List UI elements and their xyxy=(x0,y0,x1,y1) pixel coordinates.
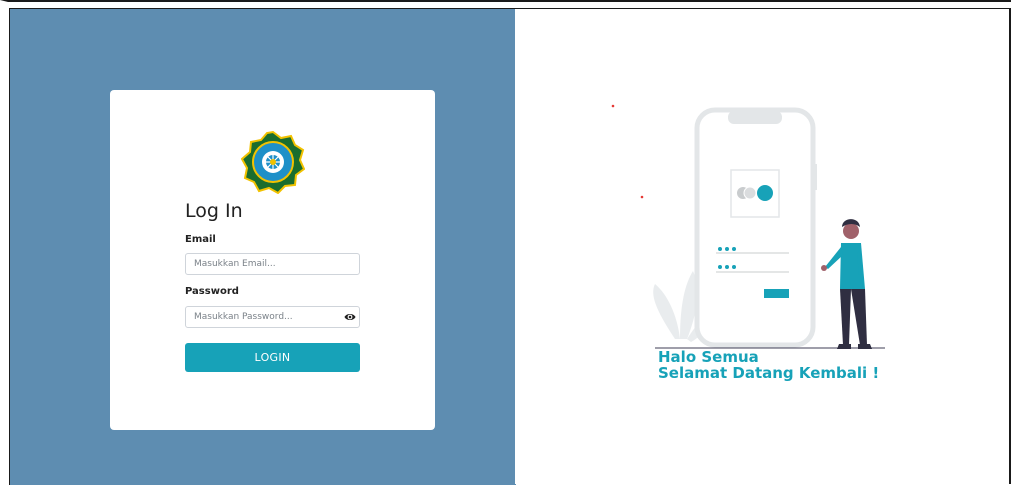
eye-icon[interactable] xyxy=(344,312,356,322)
email-label: Email xyxy=(185,234,216,245)
login-panel-background: Log In Email Password LOGIN xyxy=(9,8,516,485)
greeting-line-1: Halo Semua xyxy=(658,348,759,366)
phone-illustration xyxy=(694,107,817,348)
login-card: Log In Email Password LOGIN xyxy=(110,90,435,430)
person-illustration xyxy=(821,219,872,349)
decor-dot xyxy=(640,195,644,199)
institution-logo xyxy=(241,130,305,194)
login-button[interactable]: LOGIN xyxy=(185,343,360,372)
welcome-panel: Halo Semua Selamat Datang Kembali ! xyxy=(515,8,1011,484)
login-title: Log In xyxy=(185,200,243,222)
decor-dot xyxy=(611,104,615,108)
greeting-line-2: Selamat Datang Kembali ! xyxy=(658,364,880,382)
password-label: Password xyxy=(185,286,239,297)
password-field[interactable] xyxy=(185,306,360,328)
email-field[interactable] xyxy=(185,253,360,275)
welcome-text: Halo Semua Selamat Datang Kembali ! xyxy=(658,349,879,381)
